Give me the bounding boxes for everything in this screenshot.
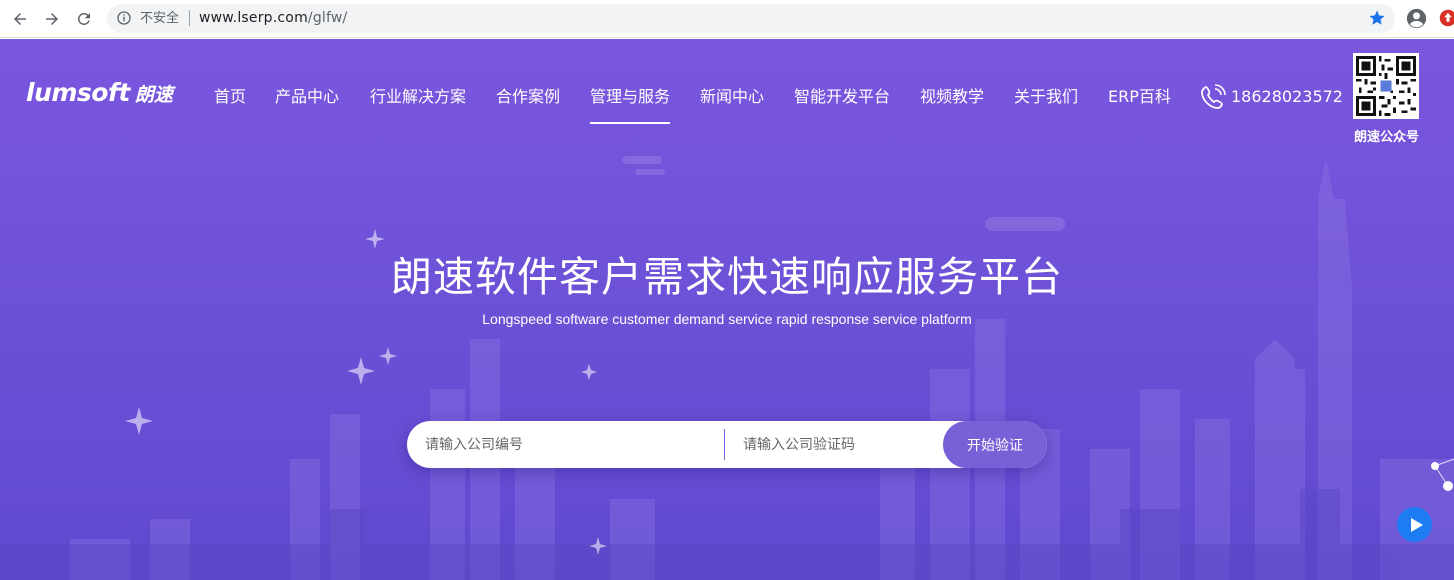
company-number-input[interactable] (425, 421, 715, 468)
address-bar[interactable]: 不安全 www.lserp.com/glfw/ (107, 4, 1395, 33)
nav-item-cases[interactable]: 合作案例 (496, 87, 560, 107)
info-icon[interactable] (116, 10, 132, 26)
extension-icon[interactable] (1439, 9, 1454, 27)
reload-icon (77, 12, 90, 25)
star-icon[interactable] (1368, 9, 1386, 27)
verify-form: 开始验证 (407, 421, 1047, 468)
url-host: www.lserp.com (199, 10, 308, 26)
security-status[interactable]: 不安全 (140, 10, 179, 27)
nav-item-products[interactable]: 产品中心 (275, 87, 339, 107)
browser-toolbar: 不安全 www.lserp.com/glfw/ (0, 0, 1454, 38)
hero-title: 朗速软件客户需求快速响应服务平台 (391, 253, 1063, 301)
hotline-number[interactable]: 18628023572 (1231, 87, 1343, 107)
logo-english: lumsoft (26, 78, 130, 107)
reload-button[interactable] (71, 6, 97, 32)
nav-item-dev-platform[interactable]: 智能开发平台 (794, 87, 890, 107)
forward-button[interactable] (39, 6, 65, 32)
hero-section: lumsoft 朗速 首页 产品中心 行业解决方案 合作案例 管理与服务 新闻中… (0, 39, 1454, 580)
logo-chinese: 朗速 (134, 84, 173, 106)
site-logo[interactable]: lumsoft 朗速 (26, 78, 173, 107)
nav-item-home[interactable]: 首页 (214, 87, 246, 107)
hero-subtitle: Longspeed software customer demand servi… (482, 311, 972, 327)
nav-item-erp-wiki[interactable]: ERP百科 (1108, 87, 1171, 107)
form-divider (724, 429, 725, 460)
back-button[interactable] (7, 6, 33, 32)
nav-item-videos[interactable]: 视频教学 (920, 87, 984, 107)
start-verify-button[interactable]: 开始验证 (943, 421, 1047, 468)
phone-icon (1201, 84, 1226, 109)
nav-active-indicator (590, 122, 670, 124)
nav-item-solutions[interactable]: 行业解决方案 (370, 87, 466, 107)
play-icon (1411, 517, 1423, 532)
arrow-right-icon (46, 13, 58, 25)
nav-item-news[interactable]: 新闻中心 (700, 87, 764, 107)
nav-item-about[interactable]: 关于我们 (1014, 87, 1078, 107)
company-code-input[interactable] (743, 421, 943, 468)
arrow-left-icon (14, 13, 26, 25)
qr-code-label: 朗速公众号 (1354, 130, 1420, 145)
qr-code-icon (1356, 56, 1416, 116)
address-divider (189, 10, 190, 26)
url-text[interactable]: www.lserp.com/glfw/ (199, 10, 347, 27)
nav-item-services[interactable]: 管理与服务 (590, 87, 670, 107)
account-icon[interactable] (1406, 8, 1427, 29)
url-path: /glfw/ (307, 10, 348, 26)
qr-code (1353, 53, 1419, 119)
play-video-button[interactable] (1397, 507, 1432, 542)
